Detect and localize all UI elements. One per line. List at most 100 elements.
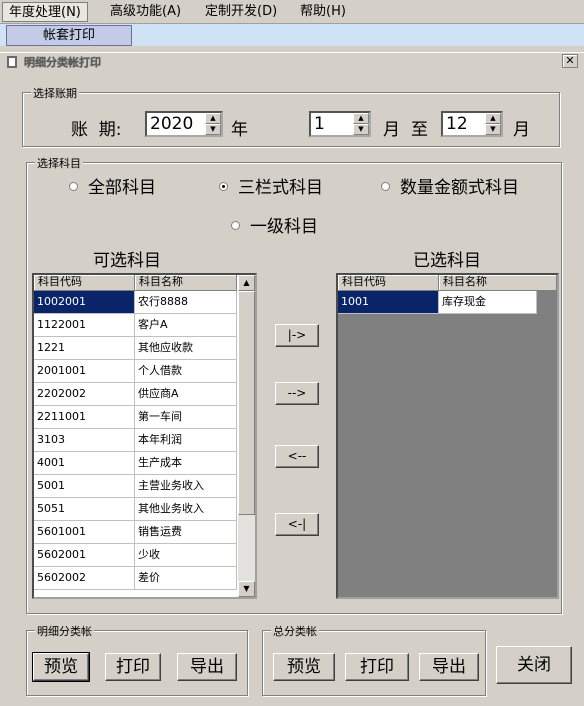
table-row[interactable]: 2001001 个人借款 — [34, 360, 237, 383]
period-legend: 选择账期 — [31, 85, 79, 101]
subject-code-cell[interactable]: 1122001 — [34, 314, 135, 337]
radio-indicator[interactable] — [381, 181, 390, 191]
menu-year-processing[interactable]: 年度处理(N) — [2, 2, 88, 22]
year-down-arrow-icon[interactable]: ▼ — [205, 124, 221, 135]
selected-subjects-list[interactable]: 科目代码 科目名称 1001 库存现金 — [336, 273, 559, 599]
subject-code-cell[interactable]: 2211001 — [34, 406, 135, 429]
subject-code-cell[interactable]: 2001001 — [34, 360, 135, 383]
end-month-spinner[interactable]: 12 ▲ ▼ — [441, 111, 503, 137]
table-row[interactable]: 2202002 供应商A — [34, 383, 237, 406]
radio-all-subjects[interactable]: 全部科目 — [69, 177, 156, 199]
subject-name-cell[interactable]: 本年利润 — [135, 429, 237, 452]
radio-quantity-amount-subjects[interactable]: 数量金额式科目 — [381, 177, 519, 199]
available-subjects-list[interactable]: 科目代码 科目名称 1002001 农行8888 1122001 客户A 1221 其他应… — [32, 273, 257, 599]
menu-custom-development[interactable]: 定制开发(D) — [199, 2, 283, 22]
radio-indicator[interactable] — [69, 181, 78, 191]
general-export-button[interactable]: 导出 — [419, 653, 479, 681]
selected-subjects-title: 已选科目 — [413, 251, 481, 271]
period-group: 选择账期 账 期: 2020 ▲ ▼ 年 1 ▲ ▼ 月 至 12 ▲ ▼ 月 — [22, 85, 560, 147]
scroll-down-arrow-icon[interactable]: ▼ — [238, 581, 255, 597]
remove-all-button[interactable]: <-| — [275, 513, 319, 536]
subject-name-cell[interactable]: 生产成本 — [135, 452, 237, 475]
year-up-arrow-icon[interactable]: ▲ — [205, 113, 221, 124]
available-list-scrollbar[interactable]: ▲ ▼ — [238, 275, 255, 597]
end-month-down-arrow-icon[interactable]: ▼ — [485, 124, 501, 135]
table-row[interactable]: 5001 主营业务收入 — [34, 475, 237, 498]
start-month-value[interactable]: 1 — [314, 114, 325, 134]
column-header-name[interactable]: 科目名称 — [439, 275, 557, 291]
scroll-up-arrow-icon[interactable]: ▲ — [238, 275, 255, 291]
start-month-spinner[interactable]: 1 ▲ ▼ — [309, 111, 371, 137]
subject-name-cell[interactable]: 其他应收款 — [135, 337, 237, 360]
radio-three-column-subjects[interactable]: 三栏式科目 — [219, 177, 323, 199]
end-month-up-arrow-icon[interactable]: ▲ — [485, 113, 501, 124]
table-row[interactable]: 5601001 销售运费 — [34, 521, 237, 544]
subject-code-cell[interactable]: 2202002 — [34, 383, 135, 406]
menu-help[interactable]: 帮助(H) — [294, 2, 352, 22]
start-month-up-arrow-icon[interactable]: ▲ — [353, 113, 369, 124]
general-print-button[interactable]: 打印 — [345, 653, 409, 681]
subject-code-cell[interactable]: 5602002 — [34, 567, 135, 590]
subject-name-cell[interactable]: 客户A — [135, 314, 237, 337]
detail-print-button[interactable]: 打印 — [105, 653, 161, 681]
subject-name-cell[interactable]: 农行8888 — [135, 291, 237, 314]
remove-selected-button[interactable]: <-- — [275, 445, 319, 468]
subject-code-cell[interactable]: 1002001 — [34, 291, 135, 314]
window-titlebar: 明细分类帐打印 ✕ — [0, 52, 584, 70]
scroll-thumb[interactable] — [238, 291, 255, 515]
column-header-code[interactable]: 科目代码 — [338, 275, 439, 291]
subject-name-cell[interactable]: 少收 — [135, 544, 237, 567]
year-value[interactable]: 2020 — [150, 114, 193, 134]
table-row[interactable]: 1001 库存现金 — [338, 291, 537, 314]
table-row[interactable]: 1122001 客户A — [34, 314, 237, 337]
subject-code-cell[interactable]: 5601001 — [34, 521, 135, 544]
subject-name-cell[interactable]: 销售运费 — [135, 521, 237, 544]
subject-code-cell[interactable]: 4001 — [34, 452, 135, 475]
subject-code-cell[interactable]: 5001 — [34, 475, 135, 498]
column-header-code[interactable]: 科目代码 — [34, 275, 135, 291]
menu-advanced-functions[interactable]: 高级功能(A) — [104, 2, 187, 22]
table-row[interactable]: 1002001 农行8888 — [34, 291, 237, 314]
subject-name-cell[interactable]: 其他业务收入 — [135, 498, 237, 521]
window-icon — [7, 56, 17, 68]
add-selected-button[interactable]: --> — [275, 382, 319, 405]
subject-name-cell[interactable]: 第一车间 — [135, 406, 237, 429]
start-month-down-arrow-icon[interactable]: ▼ — [353, 124, 369, 135]
subject-name-cell[interactable]: 主营业务收入 — [135, 475, 237, 498]
table-row[interactable]: 1221 其他应收款 — [34, 337, 237, 360]
general-preview-button[interactable]: 预览 — [273, 653, 335, 681]
subjects-legend: 选择科目 — [35, 155, 83, 171]
table-row[interactable]: 3103 本年利润 — [34, 429, 237, 452]
subject-code-cell[interactable]: 3103 — [34, 429, 135, 452]
close-button[interactable]: 关闭 — [496, 646, 572, 684]
radio-first-level-subjects[interactable]: 一级科目 — [231, 216, 318, 238]
subject-code-cell[interactable]: 1221 — [34, 337, 135, 360]
menu-item-account-print[interactable]: 帐套打印 — [6, 25, 132, 46]
to-label: 至 — [411, 120, 428, 140]
radio-indicator-selected[interactable] — [219, 181, 228, 191]
subject-name-cell[interactable]: 个人借款 — [135, 360, 237, 383]
add-all-button[interactable]: |-> — [275, 324, 319, 347]
end-month-value[interactable]: 12 — [446, 114, 468, 134]
year-spinner[interactable]: 2020 ▲ ▼ — [145, 111, 223, 137]
table-row[interactable]: 5602002 差价 — [34, 567, 237, 590]
detail-preview-button[interactable]: 预览 — [32, 652, 90, 682]
subject-name-cell[interactable]: 供应商A — [135, 383, 237, 406]
subject-code-cell[interactable]: 1001 — [338, 291, 439, 314]
table-row[interactable]: 5602001 少收 — [34, 544, 237, 567]
subject-name-cell[interactable]: 库存现金 — [439, 291, 537, 314]
radio-label: 三栏式科目 — [238, 178, 323, 198]
window-close-button[interactable]: ✕ — [562, 54, 578, 68]
subject-code-cell[interactable]: 5602001 — [34, 544, 135, 567]
month-unit: 月 — [383, 120, 400, 140]
column-header-name[interactable]: 科目名称 — [135, 275, 237, 291]
table-row[interactable]: 4001 生产成本 — [34, 452, 237, 475]
detail-export-button[interactable]: 导出 — [177, 653, 237, 681]
table-row[interactable]: 2211001 第一车间 — [34, 406, 237, 429]
radio-label: 数量金额式科目 — [400, 178, 519, 198]
table-row[interactable]: 5051 其他业务收入 — [34, 498, 237, 521]
subject-name-cell[interactable]: 差价 — [135, 567, 237, 590]
radio-indicator[interactable] — [231, 220, 240, 230]
detail-ledger-group: 明细分类帐 预览 打印 导出 — [26, 623, 248, 696]
subject-code-cell[interactable]: 5051 — [34, 498, 135, 521]
